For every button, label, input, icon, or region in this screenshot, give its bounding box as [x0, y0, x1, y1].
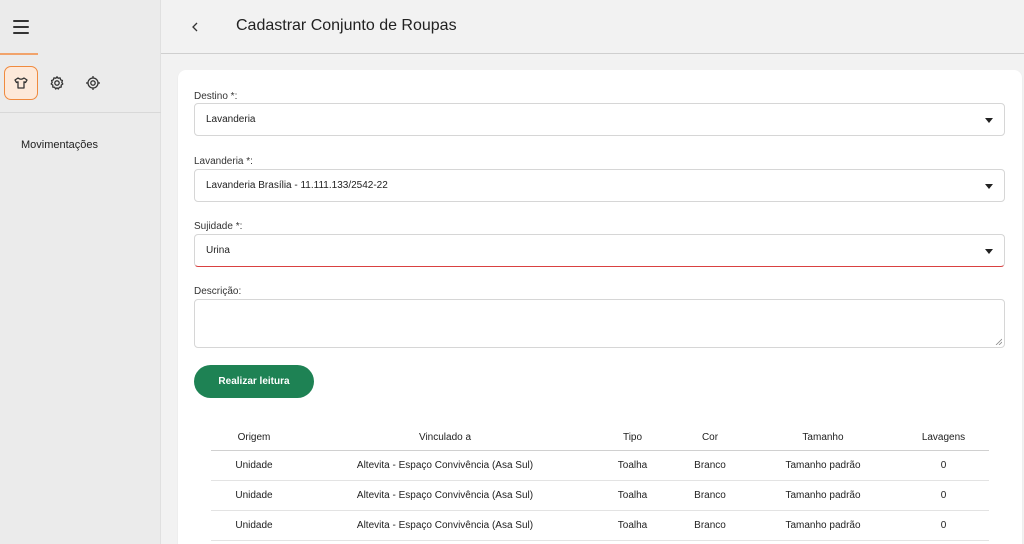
table-cell: Altevita - Espaço Convivência (Asa Sul)	[356, 490, 534, 501]
table-cell: 0	[940, 520, 947, 531]
table-cell: Branco	[694, 490, 726, 501]
lavanderia-value: Lavanderia Brasília - 11.111.133/2542-22	[206, 180, 388, 191]
table-cell: Altevita - Espaço Convivência (Asa Sul)	[356, 460, 534, 471]
caret-down-icon	[985, 118, 993, 123]
sidebar-divider	[0, 112, 161, 113]
sujidade-value: Urina	[206, 245, 230, 256]
table-cell: Toalha	[617, 460, 648, 471]
table-cell: Unidade	[235, 490, 273, 501]
sidebar-icon-row	[4, 66, 110, 100]
page-title: Cadastrar Conjunto de Roupas	[236, 17, 457, 34]
caret-down-icon	[985, 249, 993, 254]
table-cell: Unidade	[235, 460, 273, 471]
column-header: Cor	[701, 432, 719, 443]
table-row[interactable]: Unidade Altevita - Espaço Convivência (A…	[211, 451, 989, 481]
table-cell: Branco	[694, 520, 726, 531]
sujidade-label: Sujidade *:	[194, 221, 243, 232]
destino-select[interactable]: Lavanderia	[194, 103, 1005, 136]
sujidade-select[interactable]: Urina	[194, 234, 1005, 267]
sidebar-item-movimentacoes[interactable]: Movimentações	[21, 139, 98, 151]
laundry-icon[interactable]	[4, 66, 38, 100]
table-cell: Tamanho padrão	[785, 460, 861, 471]
column-header: Origem	[237, 432, 271, 443]
table-cell: Unidade	[235, 520, 273, 531]
hamburger-menu-icon[interactable]	[13, 20, 29, 34]
table-cell: Branco	[694, 460, 726, 471]
descricao-label: Descrição:	[194, 286, 242, 297]
caret-down-icon	[985, 184, 993, 189]
lavanderia-select[interactable]: Lavanderia Brasília - 11.111.133/2542-22	[194, 169, 1005, 202]
column-header: Vinculado a	[418, 432, 472, 443]
column-header: Lavagens	[921, 432, 966, 443]
table-cell: Toalha	[617, 490, 648, 501]
column-header: Tipo	[622, 432, 643, 443]
realizar-leitura-button[interactable]: Realizar leitura	[194, 365, 314, 398]
sidebar: Movimentações	[0, 0, 161, 544]
destino-label: Destino *:	[194, 91, 238, 102]
lavanderia-label: Lavanderia *:	[194, 156, 253, 167]
table-cell: 0	[940, 490, 947, 501]
column-header: Tamanho	[802, 432, 844, 443]
table-row[interactable]: Unidade Altevita - Espaço Convivência (A…	[211, 511, 989, 541]
target-icon[interactable]	[76, 66, 110, 100]
resize-grip-icon[interactable]	[995, 338, 1002, 345]
sidebar-accent-line	[0, 53, 38, 55]
table-cell: Altevita - Espaço Convivência (Asa Sul)	[356, 520, 534, 531]
destino-value: Lavanderia	[206, 114, 256, 125]
descricao-textarea[interactable]	[194, 299, 1005, 348]
form-card: Destino *: Lavanderia Lavanderia *: Lava…	[178, 70, 1022, 544]
top-header: Cadastrar Conjunto de Roupas	[161, 0, 1024, 54]
table-cell: 0	[940, 460, 947, 471]
table-cell: Tamanho padrão	[785, 490, 861, 501]
gear-icon[interactable]	[40, 66, 74, 100]
table-header-row: Origem Vinculado a Tipo Cor Tamanho Lava…	[211, 425, 989, 451]
items-table: Origem Vinculado a Tipo Cor Tamanho Lava…	[211, 425, 989, 541]
table-cell: Toalha	[617, 520, 648, 531]
table-cell: Tamanho padrão	[785, 520, 861, 531]
table-row[interactable]: Unidade Altevita - Espaço Convivência (A…	[211, 481, 989, 511]
chevron-left-icon[interactable]	[187, 17, 203, 37]
